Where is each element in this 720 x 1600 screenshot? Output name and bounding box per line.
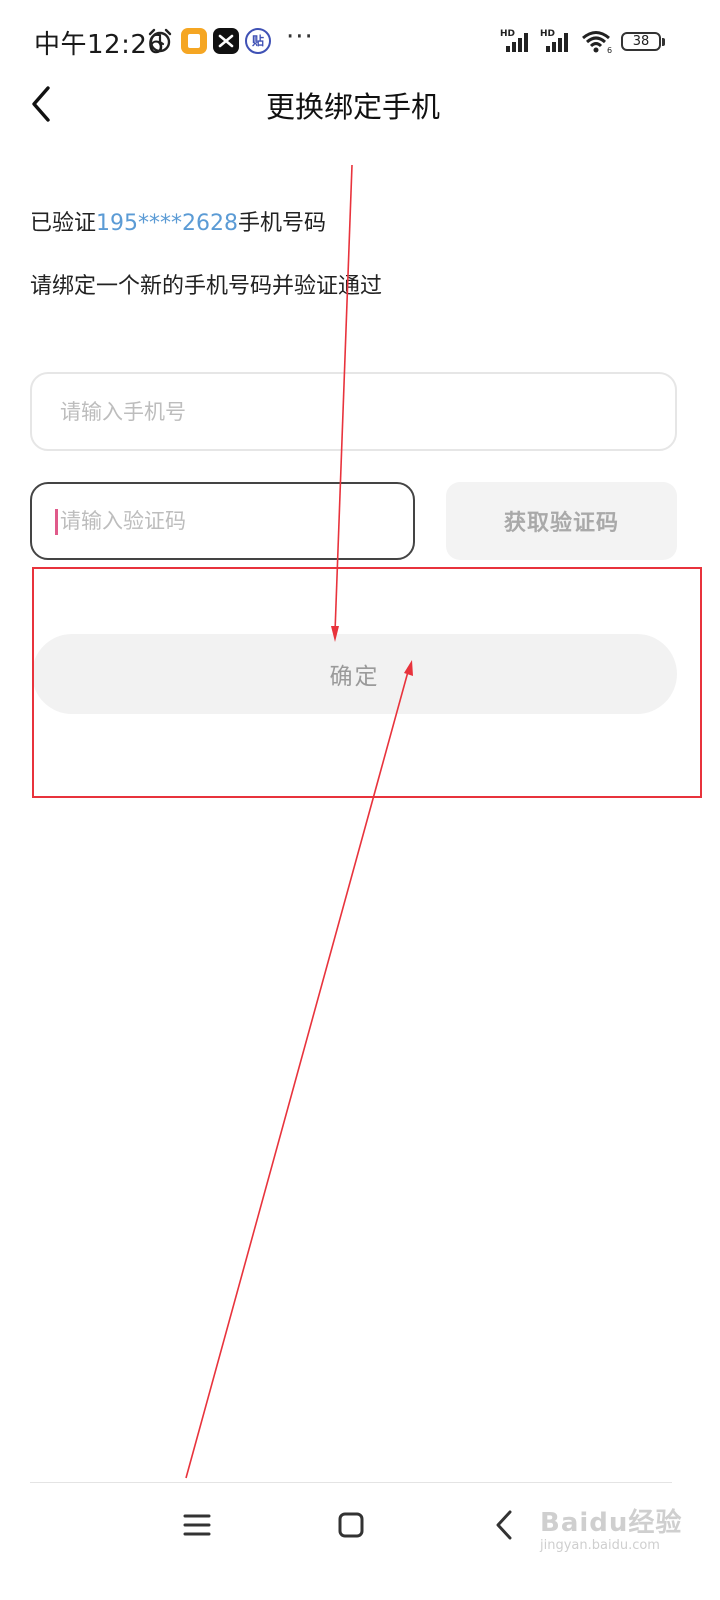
code-input[interactable] bbox=[32, 484, 413, 558]
annotation-arrow-line bbox=[185, 667, 410, 1479]
annotation-arrows bbox=[185, 164, 413, 1479]
status-time: 中午12:26 bbox=[34, 30, 165, 60]
home-square-icon[interactable] bbox=[336, 1510, 366, 1540]
alarm-clock-icon bbox=[148, 28, 172, 53]
text-cursor bbox=[55, 509, 58, 535]
menu-icon[interactable] bbox=[182, 1510, 212, 1540]
verified-phone-number: 195****2628 bbox=[96, 211, 238, 236]
watermark-text: Baidu经验 bbox=[540, 1508, 683, 1538]
verified-phone-line: 已验证195****2628手机号码 bbox=[30, 205, 326, 237]
confirm-button[interactable]: 确定 bbox=[32, 634, 677, 714]
more-notifications-icon: ··· bbox=[286, 22, 314, 52]
status-bar: 中午12:26 贴 ··· HD HD 6 38 bbox=[0, 0, 720, 84]
get-code-button[interactable]: 获取验证码 bbox=[446, 482, 677, 560]
nav-divider bbox=[30, 1482, 672, 1483]
verified-suffix: 手机号码 bbox=[238, 211, 327, 236]
svg-text:6: 6 bbox=[607, 46, 612, 54]
wifi-icon: 6 bbox=[582, 31, 612, 54]
code-field[interactable] bbox=[30, 482, 415, 560]
phone-field[interactable] bbox=[30, 372, 677, 451]
instruction-text: 请绑定一个新的手机号码并验证通过 bbox=[30, 274, 383, 299]
battery-icon: 38 bbox=[621, 32, 661, 51]
phone-input[interactable] bbox=[32, 374, 675, 449]
watermark-subtext: jingyan.baidu.com bbox=[540, 1538, 660, 1553]
verified-prefix: 已验证 bbox=[30, 211, 97, 236]
orange-app-icon bbox=[181, 28, 207, 54]
back-chevron-icon[interactable] bbox=[490, 1508, 520, 1542]
page-title: 更换绑定手机 bbox=[265, 90, 440, 124]
tieba-icon: 贴 bbox=[245, 28, 271, 54]
capcut-icon bbox=[213, 28, 239, 54]
battery-tip bbox=[662, 38, 665, 46]
